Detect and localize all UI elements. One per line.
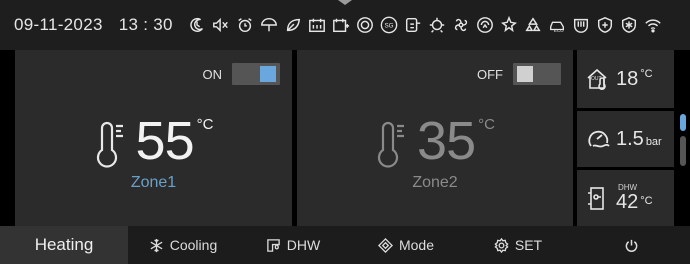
water-tank-icon: [588, 187, 604, 210]
outdoor-temp-value: 18: [616, 67, 639, 90]
svg-text:ECO: ECO: [554, 28, 564, 33]
thermometer-icon: [377, 121, 405, 168]
thermometer-icon: [96, 121, 123, 168]
recycle-icon: [523, 15, 543, 35]
power-button[interactable]: [572, 226, 690, 264]
zone2-switch: OFF: [477, 63, 561, 85]
zone2-temperature: 35 °C: [297, 114, 573, 170]
disinfect-icon: [475, 15, 495, 35]
tab-set-label: SET: [514, 237, 543, 253]
tab-cooling-label: Cooling: [169, 237, 218, 253]
tab-dhw-label: DHW: [286, 237, 321, 253]
zone2-toggle[interactable]: [513, 63, 561, 85]
shield-plus-icon: [595, 15, 615, 35]
pressure-gauge-icon: [588, 130, 610, 148]
calendar-icon: [307, 15, 327, 35]
zone2-temp-value: 35: [417, 111, 476, 171]
tank-booster-icon: [403, 15, 423, 35]
pump-icon: [427, 15, 447, 35]
pressure-value: 1.5: [616, 127, 644, 150]
zone1-panel[interactable]: ON 55 °C Zone1: [15, 50, 292, 226]
time: 13 : 30: [118, 15, 173, 34]
mode-icon: [377, 237, 393, 253]
water-pressure-panel[interactable]: 1.5 bar: [577, 111, 674, 167]
dhw-temp-unit: °C: [640, 194, 653, 207]
tab-set[interactable]: SET: [464, 226, 572, 264]
target-icon: [355, 15, 375, 35]
status-bar: 09-11-2023 13 : 30 SG ECO: [0, 0, 690, 50]
weekly-schedule-icon: [331, 15, 351, 35]
gear-icon: [494, 237, 509, 253]
zone1-state-label: ON: [202, 66, 223, 82]
bottom-nav: Heating Cooling DHW Mode SET: [0, 226, 690, 264]
sg-icon: SG: [379, 15, 399, 35]
eco-car-icon: ECO: [547, 15, 567, 35]
tab-cooling[interactable]: Cooling: [128, 226, 238, 264]
fan-icon: [451, 15, 471, 35]
umbrella-icon: [259, 15, 279, 35]
wifi-icon: [643, 15, 663, 35]
dhw-temp-panel[interactable]: DHW 42 °C: [577, 170, 674, 226]
mute-icon: [211, 15, 231, 35]
zone2-temp-unit: °C: [478, 116, 495, 133]
snowflake-icon: [150, 238, 163, 252]
night-mode-icon: [187, 15, 207, 35]
scroll-indicator-active[interactable]: [680, 114, 686, 131]
outdoor-temp-panel[interactable]: OUT 18 °C: [577, 50, 674, 108]
date-time: 09-11-2023 13 : 30: [14, 15, 173, 35]
date: 09-11-2023: [14, 15, 103, 34]
tab-mode[interactable]: Mode: [348, 226, 464, 264]
alarm-icon: [235, 15, 255, 35]
zone1-temp-unit: °C: [196, 116, 214, 133]
power-icon: [625, 239, 637, 252]
zone2-toggle-knob: [517, 66, 533, 82]
zone1-temperature: 55 °C: [15, 114, 292, 170]
tab-mode-label: Mode: [398, 237, 435, 253]
zone1-toggle[interactable]: [232, 63, 280, 85]
heater-icon: [571, 15, 591, 35]
svg-text:SG: SG: [384, 23, 393, 30]
eco-leaf-icon: [283, 15, 303, 35]
zone1-toggle-knob: [260, 66, 276, 82]
zone1-name: Zone1: [130, 174, 177, 191]
tab-dhw[interactable]: DHW: [238, 226, 348, 264]
tab-heating[interactable]: Heating: [0, 226, 128, 264]
water-heater-icon: [267, 238, 280, 252]
status-icons: SG ECO: [187, 15, 663, 35]
pressure-unit: bar: [645, 136, 662, 148]
shield-snow-icon: [619, 15, 639, 35]
zone2-panel[interactable]: OFF 35 °C Zone2: [297, 50, 573, 226]
zone1-switch: ON: [202, 63, 280, 85]
compressor-icon: [499, 15, 519, 35]
dhw-temp-value: 42: [616, 190, 639, 213]
dhw-readout: DHW 42 °C: [616, 183, 653, 214]
zone2-state-label: OFF: [477, 66, 503, 82]
outdoor-temp-unit: °C: [640, 68, 653, 80]
scroll-indicator-track[interactable]: [680, 136, 686, 166]
zone1-temp-value: 55: [135, 111, 195, 171]
outdoor-house-icon: OUT: [587, 68, 607, 90]
zone2-name: Zone2: [412, 174, 458, 191]
tab-heating-label: Heating: [34, 235, 94, 254]
